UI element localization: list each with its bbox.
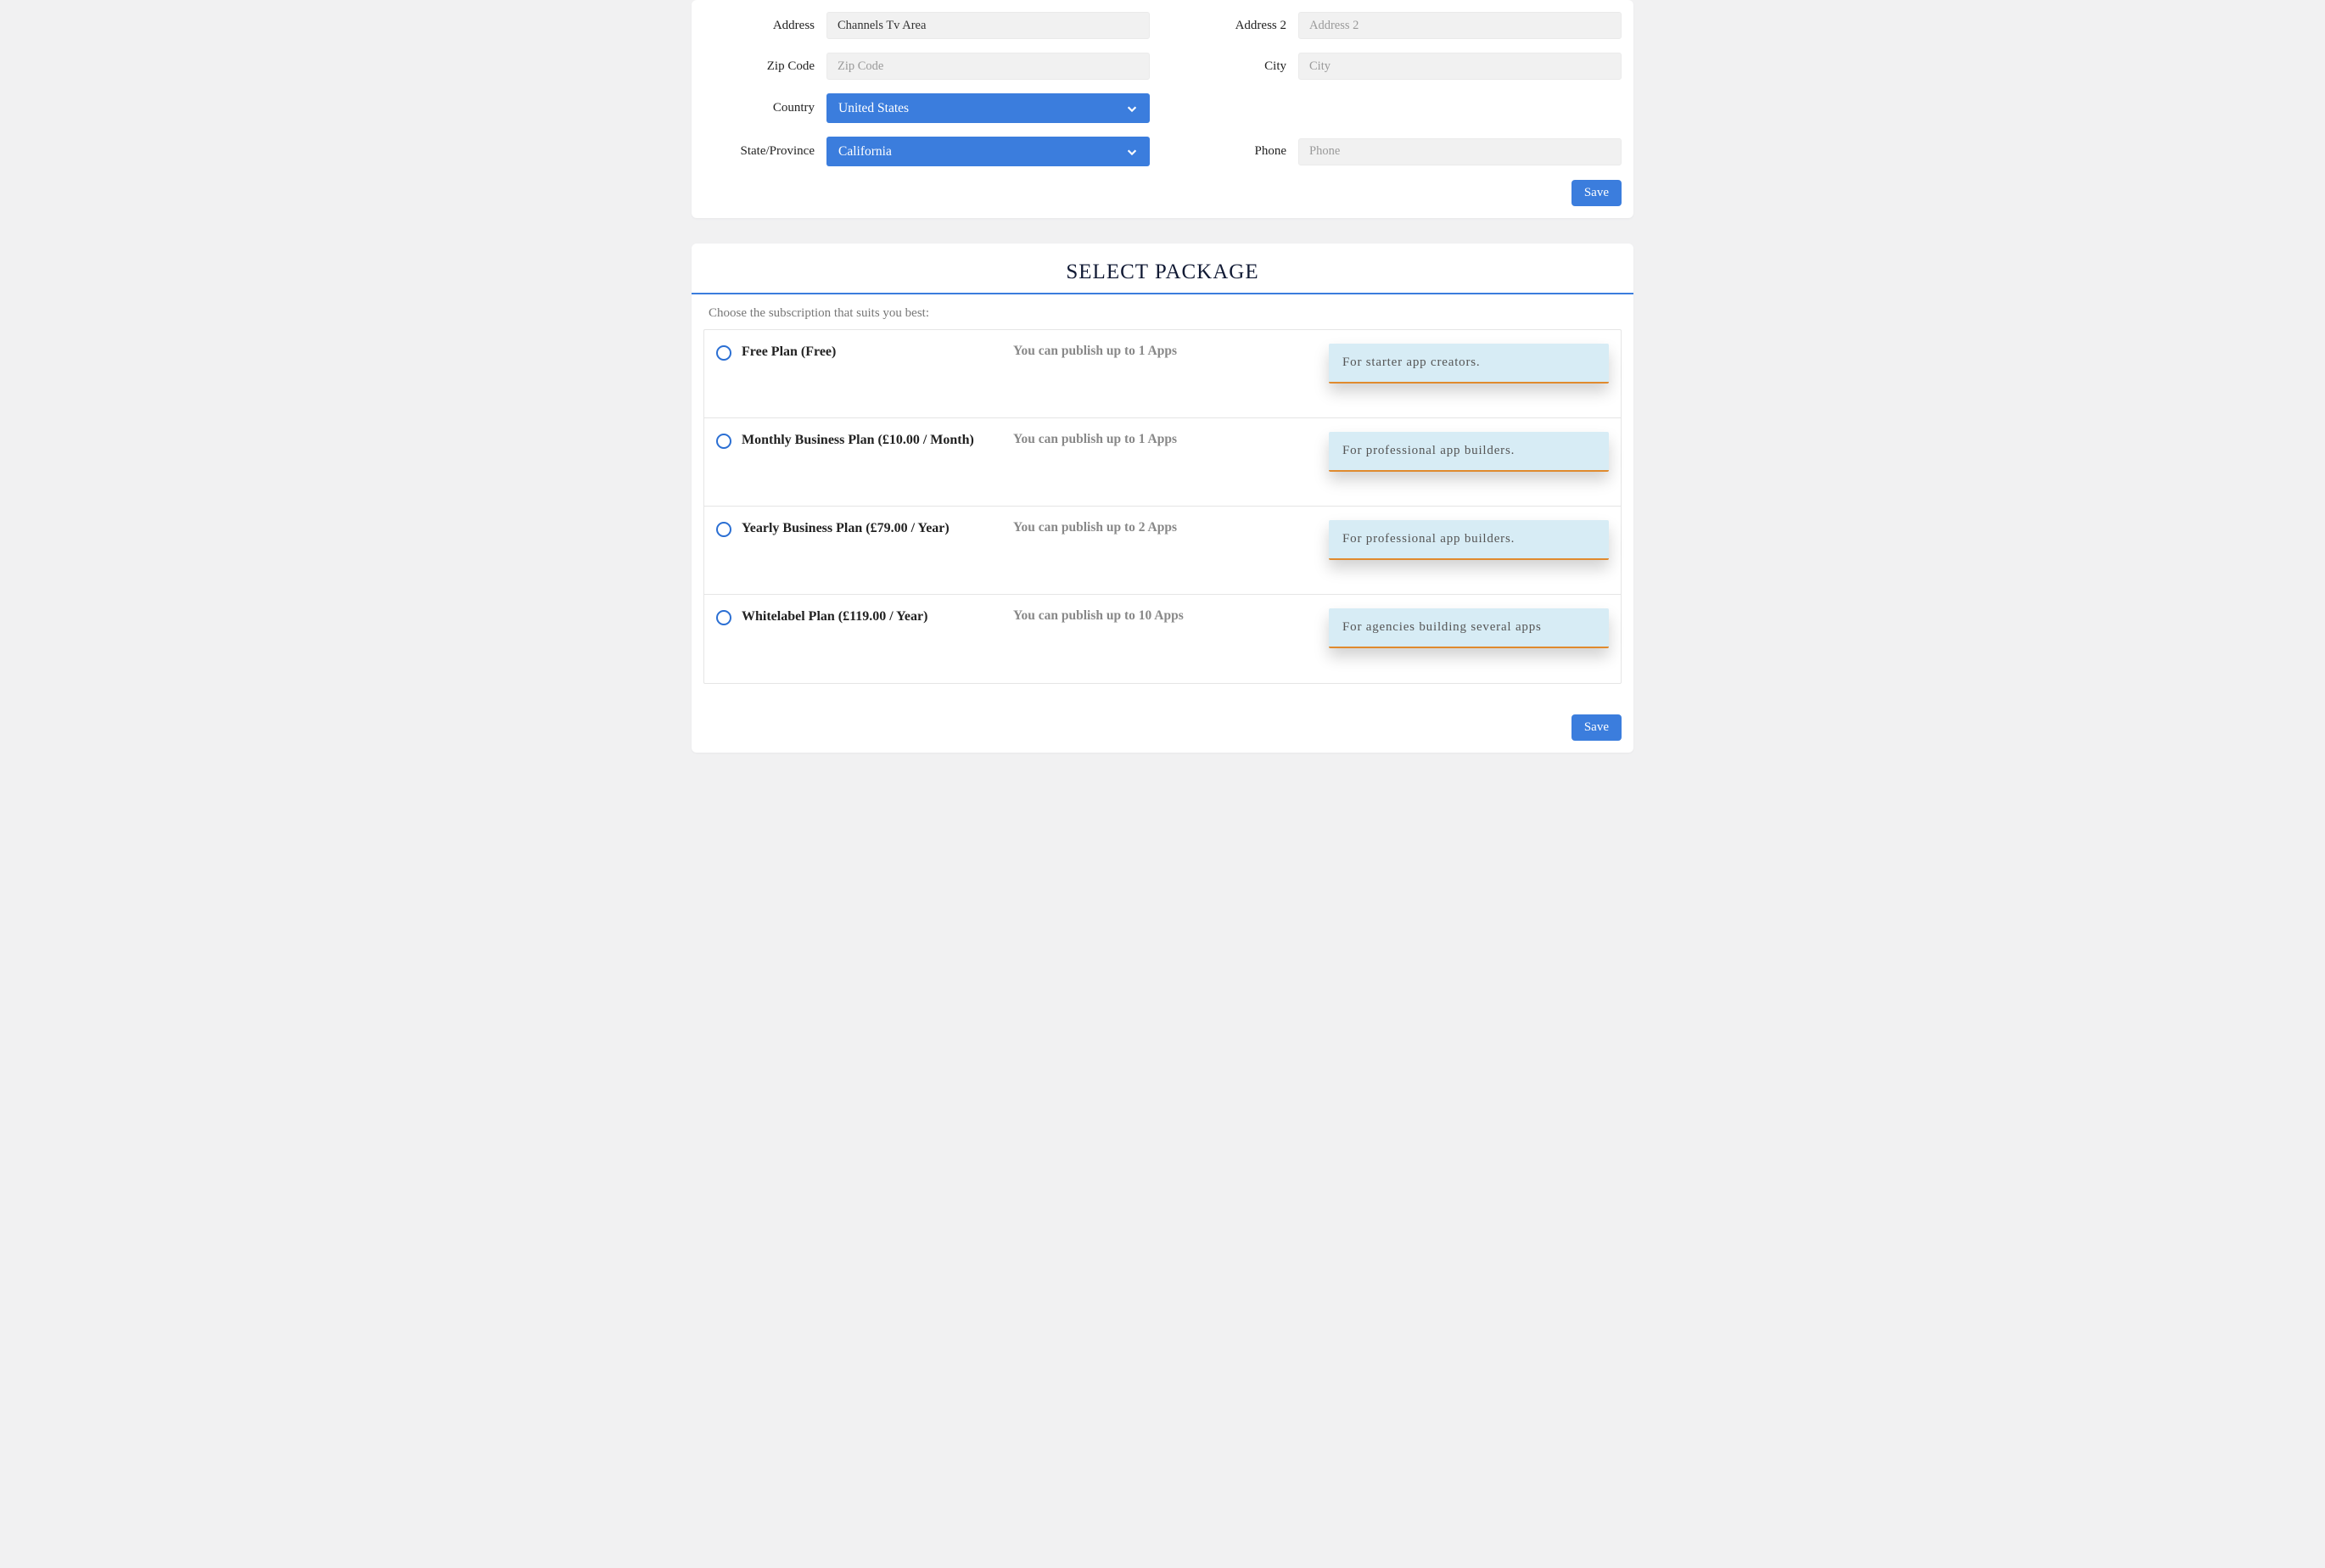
plan-radio[interactable]	[716, 434, 731, 449]
plan-radio[interactable]	[716, 522, 731, 537]
package-card: SELECT PACKAGE Choose the subscription t…	[692, 244, 1633, 753]
plan-row: Whitelabel Plan (£119.00 / Year) You can…	[704, 595, 1621, 683]
plan-tag: For agencies building several apps	[1329, 608, 1609, 648]
zip-input[interactable]	[826, 53, 1150, 80]
phone-label: Phone	[1175, 144, 1298, 159]
save-button[interactable]: Save	[1571, 180, 1622, 206]
country-select[interactable]: United States	[826, 93, 1150, 123]
plan-desc: You can publish up to 1 Apps	[1013, 344, 1177, 358]
state-value: California	[838, 144, 892, 160]
plan-desc: You can publish up to 10 Apps	[1013, 608, 1184, 623]
phone-input[interactable]	[1298, 138, 1622, 165]
plan-desc: You can publish up to 1 Apps	[1013, 432, 1177, 446]
chevron-down-icon	[1126, 146, 1138, 158]
state-label: State/Province	[703, 144, 826, 159]
plan-tag: For starter app creators.	[1329, 344, 1609, 384]
country-label: Country	[703, 101, 826, 115]
country-value: United States	[838, 101, 909, 116]
city-label: City	[1175, 59, 1298, 74]
zip-label: Zip Code	[703, 59, 826, 74]
plan-row: Yearly Business Plan (£79.00 / Year) You…	[704, 507, 1621, 595]
chevron-down-icon	[1126, 103, 1138, 115]
state-select[interactable]: California	[826, 137, 1150, 166]
address2-input[interactable]	[1298, 12, 1622, 39]
address2-label: Address 2	[1175, 19, 1298, 33]
plan-row: Free Plan (Free) You can publish up to 1…	[704, 330, 1621, 418]
plan-tag: For professional app builders.	[1329, 432, 1609, 472]
package-title: SELECT PACKAGE	[703, 255, 1622, 293]
plan-name: Whitelabel Plan (£119.00 / Year)	[742, 609, 927, 624]
city-input[interactable]	[1298, 53, 1622, 80]
plan-name: Yearly Business Plan (£79.00 / Year)	[742, 521, 950, 535]
plan-radio[interactable]	[716, 610, 731, 625]
plan-list: Free Plan (Free) You can publish up to 1…	[703, 329, 1622, 684]
plan-radio[interactable]	[716, 345, 731, 361]
plan-desc: You can publish up to 2 Apps	[1013, 520, 1177, 535]
save-button[interactable]: Save	[1571, 714, 1622, 741]
plan-name: Monthly Business Plan (£10.00 / Month)	[742, 433, 974, 447]
plan-row: Monthly Business Plan (£10.00 / Month) Y…	[704, 418, 1621, 507]
plan-tag: For professional app builders.	[1329, 520, 1609, 560]
address-form-card: Address Address 2 Zip Code City Country	[692, 0, 1633, 218]
choose-text: Choose the subscription that suits you b…	[703, 306, 1622, 321]
plan-name: Free Plan (Free)	[742, 344, 836, 359]
title-divider	[692, 293, 1633, 294]
address-input[interactable]	[826, 12, 1150, 39]
address-label: Address	[703, 19, 826, 33]
